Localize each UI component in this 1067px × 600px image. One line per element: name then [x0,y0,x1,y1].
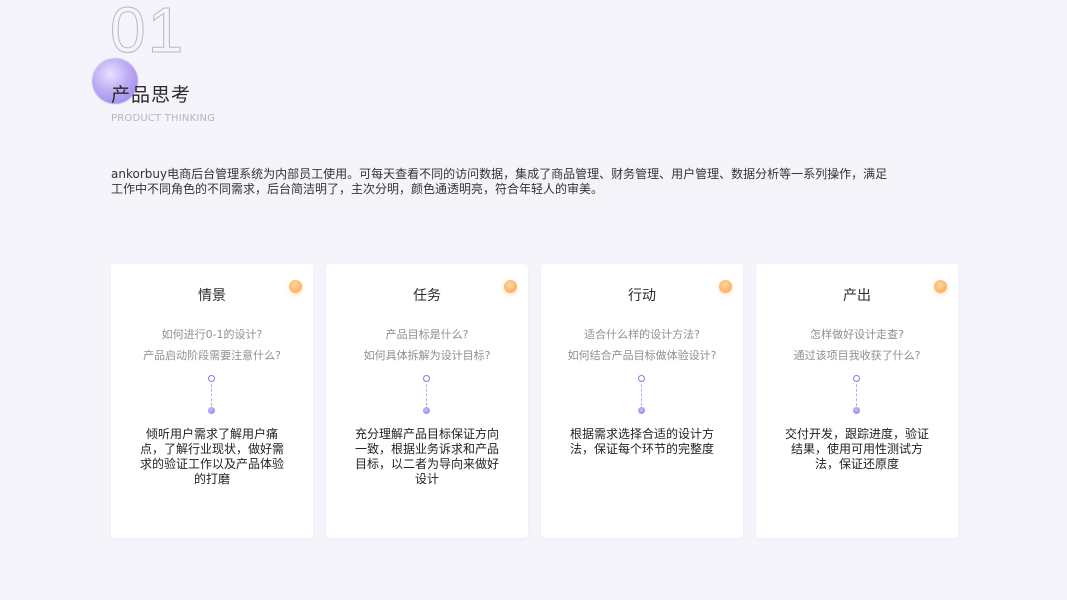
connector-end-dot [208,407,215,414]
card-question-2: 如何具体拆解为设计目标? [363,349,491,362]
card-body-text: 根据需求选择合适的设计方法，保证每个环节的完整度 [569,427,714,456]
card-question-1: 适合什么样的设计方法? [584,328,700,341]
connector-dashed-line [211,384,212,406]
card-question-2: 通过该项目我收获了什么? [793,349,921,362]
card-question-2: 如何结合产品目标做体验设计? [567,349,717,362]
card-action: 行动 适合什么样的设计方法? 如何结合产品目标做体验设计? 根据需求选择合适的设… [541,264,743,538]
card-body-text: 交付开发，跟踪进度，验证结果，使用可用性测试方法，保证还原度 [784,427,929,471]
card-title: 行动 [628,288,656,304]
section-title: 产品思考 [111,84,192,106]
card-body-text: 充分理解产品目标保证方向一致，根据业务诉求和产品目标，以二者为导向来做好设计 [354,427,499,486]
section-number: 01 [109,0,186,67]
card-output: 产出 怎样做好设计走查? 通过该项目我收获了什么? 交付开发，跟踪进度，验证结果… [756,264,958,538]
connector-icon [852,375,862,417]
connector-start-dot [423,375,430,382]
connector-dashed-line [641,384,642,406]
connector-end-dot [423,407,430,414]
connector-end-dot [638,407,645,414]
card-title: 产出 [843,288,871,304]
connector-end-dot [853,407,860,414]
connector-dashed-line [856,384,857,406]
card-title: 任务 [413,288,441,304]
connector-icon [207,375,217,417]
section-subtitle: PRODUCT THINKING [111,113,216,124]
intro-line-2: 工作中不同角色的不同需求，后台简洁明了，主次分明，颜色通透明亮，符合年轻人的审美… [111,182,604,196]
card-scenario: 情景 如何进行0-1的设计? 产品启动阶段需要注意什么? 倾听用户需求了解用户痛… [111,264,313,538]
connector-dashed-line [426,384,427,406]
intro-line-1: ankorbuy电商后台管理系统为内部员工使用。可每天查看不同的访问数据，集成了… [111,167,888,181]
card-title: 情景 [198,288,226,304]
card-question-1: 产品目标是什么? [385,328,469,341]
connector-icon [422,375,432,417]
thinking-cards: 情景 如何进行0-1的设计? 产品启动阶段需要注意什么? 倾听用户需求了解用户痛… [111,264,958,538]
card-question-2: 产品启动阶段需要注意什么? [143,349,281,362]
card-body-text: 倾听用户需求了解用户痛点，了解行业现状，做好需求的验证工作以及产品体验的打磨 [139,427,284,486]
connector-start-dot [208,375,215,382]
intro-paragraph: ankorbuy电商后台管理系统为内部员工使用。可每天查看不同的访问数据，集成了… [111,167,911,197]
connector-icon [637,375,647,417]
connector-start-dot [853,375,860,382]
card-task: 任务 产品目标是什么? 如何具体拆解为设计目标? 充分理解产品目标保证方向一致，… [326,264,528,538]
connector-start-dot [638,375,645,382]
card-question-1: 怎样做好设计走查? [810,328,904,341]
card-question-1: 如何进行0-1的设计? [161,328,263,341]
